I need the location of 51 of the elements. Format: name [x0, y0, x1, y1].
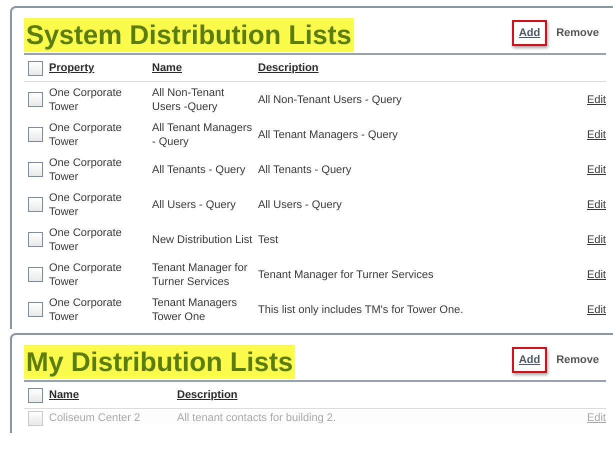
checkbox[interactable] [28, 411, 43, 426]
column-header[interactable]: Property [49, 60, 152, 76]
table-cell-text: All Tenants - Query [152, 162, 246, 176]
edit-link[interactable]: Edit [580, 302, 606, 316]
table-cell-text: All Tenant Managers - Query [152, 120, 254, 148]
table-cell-text: Tenant Manager for Turner Services [152, 260, 248, 288]
column-header[interactable]: Name [152, 60, 258, 76]
column-header[interactable]: Name [49, 386, 177, 404]
table-cell-text: One Corporate Tower [49, 120, 123, 148]
table-cell-text: This list only includes TM's for Tower One. [258, 302, 464, 316]
section-title: System Distribution Lists [24, 18, 354, 52]
section-title: My Distribution Lists [24, 345, 296, 379]
checkbox[interactable] [28, 388, 43, 402]
checkbox[interactable] [28, 197, 43, 212]
table-cell-text: Tenant Manager for Turner Services [258, 268, 434, 282]
column-header[interactable]: Description [177, 386, 606, 404]
checkbox[interactable] [28, 267, 43, 282]
table-cell-text: All Users - Query [152, 198, 237, 212]
column-header[interactable]: Description [258, 60, 606, 76]
checkbox[interactable] [28, 60, 43, 76]
table-cell-text: All Non-Tenant Users - Query [258, 92, 403, 106]
checkbox[interactable] [28, 127, 43, 142]
table-cell-text: All Users - Query [258, 198, 343, 212]
remove-link[interactable]: Remove [549, 20, 606, 46]
table-cell-text: All Tenant Managers - Query [258, 128, 399, 142]
edit-link[interactable]: Edit [580, 198, 606, 212]
checkbox[interactable] [28, 232, 43, 247]
add-link[interactable]: Add [512, 20, 548, 46]
edit-link[interactable]: Edit [580, 92, 606, 106]
edit-link[interactable]: Edit [580, 232, 606, 246]
checkbox[interactable] [28, 92, 43, 107]
table-cell-text: Test [258, 232, 280, 246]
remove-link[interactable]: Remove [549, 346, 606, 373]
table-cell-text: One Corporate Tower [49, 156, 123, 184]
edit-link[interactable]: Edit [580, 128, 606, 142]
table-cell-text: Coliseum Center 2 [49, 411, 142, 425]
table-cell-text: New Distribution List [152, 232, 254, 246]
table-cell-text: All Tenants - Query [258, 162, 352, 176]
checkbox[interactable] [28, 302, 43, 317]
table-cell-text: One Corporate Tower [49, 190, 123, 218]
table-cell-text: Tenant Managers Tower One [152, 296, 238, 324]
edit-link[interactable]: Edit [580, 162, 606, 176]
table-cell-text: All Non-Tenant Users -Query [152, 86, 226, 114]
edit-link[interactable]: Edit [580, 268, 606, 282]
table-cell-text: One Corporate Tower [49, 86, 123, 114]
table-cell-text: All tenant contacts for building 2. [177, 411, 337, 425]
add-link[interactable]: Add [512, 346, 548, 373]
table-cell-text: One Corporate Tower [49, 260, 123, 288]
table-cell-text: One Corporate Tower [49, 296, 123, 324]
checkbox[interactable] [28, 162, 43, 177]
table-cell-text: One Corporate Tower [49, 226, 123, 254]
